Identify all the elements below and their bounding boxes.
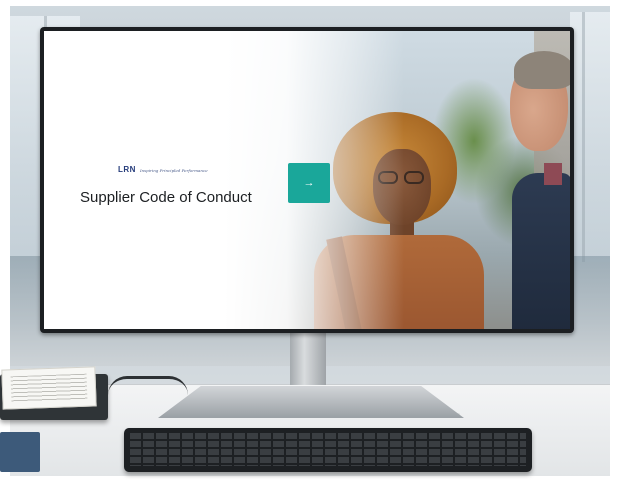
logo-mark: LRN (118, 165, 136, 174)
window (570, 12, 610, 262)
keyboard (124, 428, 532, 472)
logo-tagline: Inspiring Principled Performance (139, 168, 208, 173)
next-button[interactable]: → (288, 163, 330, 203)
monitor: LRN Inspiring Principled Performance Sup… (40, 27, 574, 333)
monitor-screen: LRN Inspiring Principled Performance Sup… (44, 31, 570, 329)
page-title: Supplier Code of Conduct (80, 189, 252, 206)
arrow-right-icon: → (303, 177, 315, 189)
photo-man-collar (544, 163, 562, 185)
window-frame (582, 12, 585, 262)
lrn-logo: LRN Inspiring Principled Performance (118, 165, 208, 174)
photo-man-suit (512, 173, 570, 329)
photo-man-hair (514, 51, 570, 89)
paper-document (1, 366, 97, 410)
monitor-stand-base (158, 386, 464, 418)
keyboard-keys (130, 433, 526, 466)
notebook (0, 432, 40, 472)
monitor-stand-neck (290, 333, 326, 385)
monitor-cable (108, 376, 188, 395)
